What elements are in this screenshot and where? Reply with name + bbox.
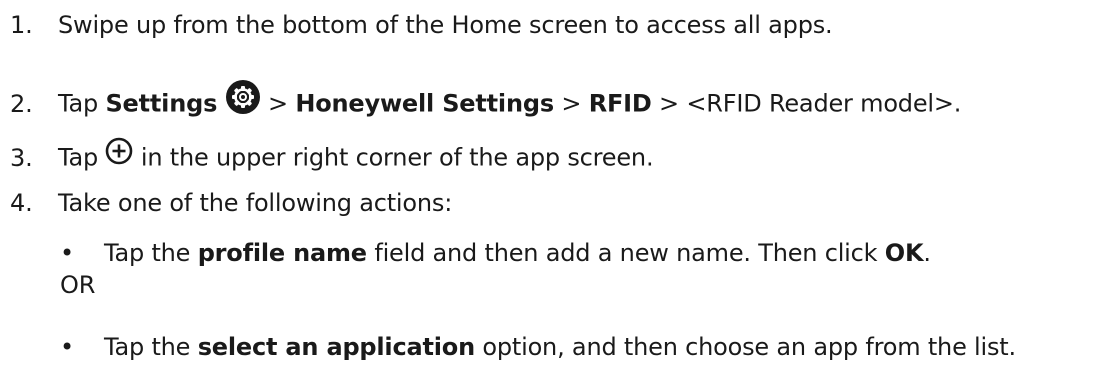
settings-label: Settings <box>105 89 218 118</box>
step-3: 3. Tap in the upper right corner of the a… <box>0 137 654 174</box>
bullet-text-suffix: . <box>923 239 931 267</box>
add-circle-icon <box>105 137 133 174</box>
bullet-1: • Tap the profile name field and then add… <box>0 236 931 270</box>
step-1: 1. Swipe up from the bottom of the Home s… <box>0 8 833 42</box>
settings-gear-icon <box>225 79 261 124</box>
step-number: 1. <box>10 11 33 39</box>
bullet-text-prefix: Tap the <box>104 239 198 267</box>
bullet-marker: • <box>60 239 74 267</box>
step-number: 4. <box>10 189 33 217</box>
or-text: OR <box>60 271 96 299</box>
step-text: Take one of the following actions: <box>58 189 453 217</box>
rfid-label: RFID <box>588 89 652 118</box>
step-text: Swipe up from the bottom of the Home scr… <box>58 11 833 39</box>
bullet-2: • Tap the select an application option, a… <box>0 330 1016 364</box>
step-text-suffix: > <RFID Reader model>. <box>651 89 962 118</box>
bullet-text-suffix: option, and then choose an app from the … <box>474 333 1016 361</box>
step-2: 2. Tap Settings > Honeywell Settings > RF… <box>0 80 962 118</box>
step-number: 2. <box>10 89 33 118</box>
step-text-prefix: Tap <box>58 143 106 172</box>
bullet-text-prefix: Tap the <box>104 333 198 361</box>
separator: > <box>553 89 589 118</box>
bullet-text-middle: field and then add a new name. Then clic… <box>366 239 885 267</box>
bullet-marker: • <box>60 333 74 361</box>
step-number: 3. <box>10 143 33 172</box>
honeywell-settings-label: Honeywell Settings <box>295 89 554 118</box>
separator: > <box>260 89 296 118</box>
step-4: 4. Take one of the following actions: <box>0 186 452 220</box>
step-text-prefix: Tap <box>58 89 106 118</box>
step-text-suffix: in the upper right corner of the app scr… <box>133 143 654 172</box>
select-application-label: select an application <box>197 333 475 361</box>
profile-name-label: profile name <box>197 239 367 267</box>
ok-label: OK <box>884 239 924 267</box>
